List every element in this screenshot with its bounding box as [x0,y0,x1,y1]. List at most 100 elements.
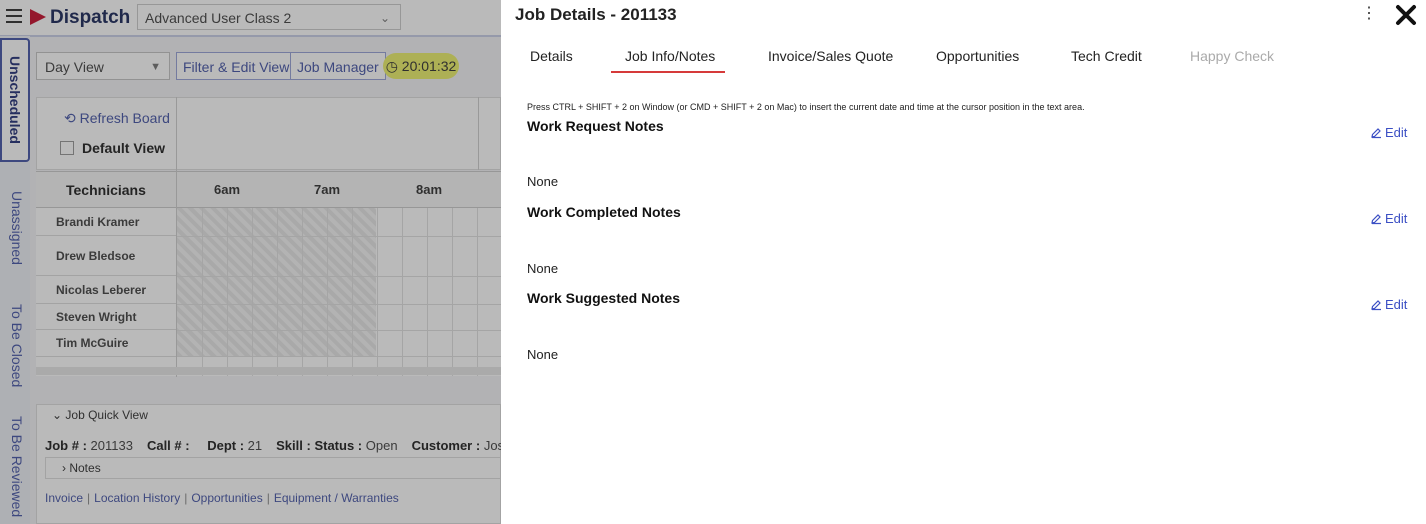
chevron-down-icon: ⌄ [379,11,390,25]
grid-line [177,356,501,357]
view-select-value: Day View [45,59,104,75]
grid-line [477,208,478,376]
tab-invoice-sales-quote[interactable]: Invoice/Sales Quote [768,48,893,64]
logo-text: Dispatch [50,7,131,28]
kebab-menu-icon[interactable]: ⋮ [1361,6,1377,22]
status-label: Status : [314,438,363,453]
edit-label: Edit [1385,211,1408,226]
time-column-header: 7am [314,182,341,197]
company-select-value: Advanced User Class 2 [145,10,292,26]
customer-value: Josep [483,438,501,453]
job-manager-button[interactable]: Job Manager [290,52,386,80]
technician-row[interactable]: Drew Bledsoe [36,236,176,276]
equipment-warranties-link[interactable]: Equipment / Warranties [274,491,399,505]
close-icon[interactable] [1395,4,1417,26]
technician-row[interactable]: Brandi Kramer [36,208,176,236]
job-details-drawer [501,0,1426,524]
chevron-down-icon: ⌄ [52,408,63,422]
quick-view-links: Invoice | Location History | Opportunities | E… [45,491,399,505]
grid-line [377,208,378,376]
chevron-down-icon: ▼ [150,61,161,73]
edit-label: Edit [1385,297,1408,312]
notes-label: Notes [69,461,101,475]
side-tab-to-be-reviewed[interactable]: To Be Reviewed [0,410,30,524]
grid-line [427,208,428,376]
company-select[interactable]: Advanced User Class 2 ⌄ [137,4,401,30]
filter-edit-view-button[interactable]: Filter & Edit View [176,52,297,80]
pencil-icon [1371,128,1381,139]
grid-line [202,208,203,376]
clock-icon: ◷ [385,58,398,74]
opportunities-link[interactable]: Opportunities [191,491,262,505]
technician-row[interactable]: Tim McGuire [36,330,176,357]
job-quick-view-title: Job Quick View [65,408,148,422]
status-value: Open [365,438,398,453]
grid-line [177,330,501,331]
work-request-notes-value: None [527,174,559,189]
pencil-icon [1371,214,1381,225]
technician-row[interactable]: Steven Wright [36,304,176,330]
grid-line [327,208,328,376]
pencil-icon [1371,300,1381,311]
default-view-checkbox[interactable]: Default View [60,140,165,156]
logo-arrow-icon [30,9,46,25]
edit-label: Edit [1385,125,1408,140]
tab-tech-credit[interactable]: Tech Credit [1071,48,1142,64]
divider [176,97,177,377]
skill-label: Skill : [276,438,311,453]
grid-line [177,276,501,277]
invoice-link[interactable]: Invoice [45,491,83,505]
refresh-icon: ⟲ [64,110,76,126]
refresh-board-link[interactable]: ⟲ Refresh Board [64,110,170,127]
tab-happy-check: Happy Check [1190,48,1275,64]
job-quick-info: Job # : 201133 Call # : Dept : 21 Skill : … [45,438,501,453]
side-tab-unscheduled[interactable]: Unscheduled [0,38,30,162]
active-tab-indicator [611,71,725,73]
job-number-label: Job # : [45,438,87,453]
side-tab-to-be-closed[interactable]: To Be Closed [0,296,30,396]
dept-value: 21 [247,438,263,453]
refresh-board-label: Refresh Board [79,110,170,126]
edit-work-suggested-notes-button[interactable]: Edit [1370,297,1407,312]
grid-line [227,208,228,376]
grid-line [402,208,403,376]
grid-line [352,208,353,376]
tab-opportunities[interactable]: Opportunities [936,48,1019,64]
notes-expander[interactable]: › Notes [45,457,501,479]
timer-badge: ◷ 20:01:32 [383,53,459,79]
dispatch-board: Dispatch Advanced User Class 2 ⌄ Unschedu… [0,0,501,524]
hamburger-icon[interactable] [6,9,22,23]
checkbox-icon [60,141,74,155]
work-suggested-notes-title: Work Suggested Notes [527,290,680,306]
side-tab-unassigned[interactable]: Unassigned [0,178,30,278]
technicians-header: Technicians [66,182,146,198]
view-select[interactable]: Day View ▼ [36,52,170,80]
grid-line [277,208,278,376]
dept-label: Dept : [207,438,245,453]
work-completed-notes-title: Work Completed Notes [527,204,681,220]
horizontal-scrollbar[interactable] [36,367,501,375]
edit-work-completed-notes-button[interactable]: Edit [1370,211,1407,226]
time-column-header: 8am [416,182,443,197]
grid-line [252,208,253,376]
technician-row[interactable]: Nicolas Leberer [36,276,176,304]
job-number-value: 201133 [90,438,133,453]
job-quick-view-toggle[interactable]: ⌄ Job Quick View [52,408,148,422]
job-details-title: Job Details - 201133 [515,5,677,24]
time-column-header: 6am [214,182,241,197]
timer-value: 20:01:32 [401,58,457,74]
edit-work-request-notes-button[interactable]: Edit [1370,125,1407,140]
work-request-notes-title: Work Request Notes [527,118,664,134]
customer-label: Customer : [411,438,481,453]
work-suggested-notes-value: None [527,347,559,362]
work-completed-notes-value: None [527,261,559,276]
grid-line [302,208,303,376]
location-history-link[interactable]: Location History [94,491,180,505]
grid-line [177,236,501,237]
divider [478,97,479,170]
grid-line [452,208,453,376]
tab-details[interactable]: Details [530,48,573,64]
grid-line [177,304,501,305]
default-view-label: Default View [82,140,165,156]
tab-job-info-notes[interactable]: Job Info/Notes [625,48,715,64]
